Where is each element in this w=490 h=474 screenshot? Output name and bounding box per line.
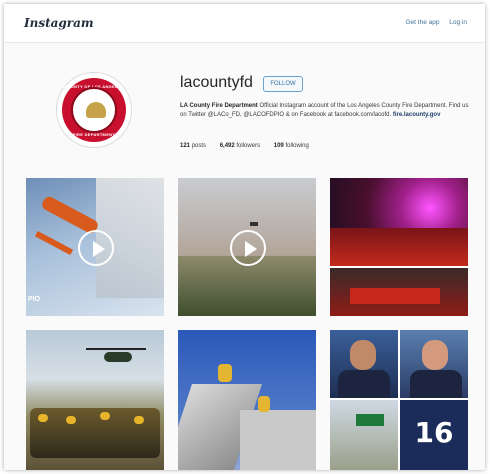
thumbnail-tag: PIO <box>28 296 41 303</box>
video-play-icon <box>78 230 114 266</box>
post-thumbnail[interactable] <box>178 178 316 316</box>
instagram-logo[interactable]: Instagram <box>24 16 94 30</box>
fire-helmet-icon <box>86 102 106 118</box>
post-thumbnail[interactable]: PIO <box>26 178 164 316</box>
log-in-link[interactable]: Log in <box>449 19 467 26</box>
post-thumbnail[interactable]: 16 <box>330 330 468 470</box>
profile-username: lacountyfd <box>180 74 253 91</box>
badge-number: 16 <box>414 416 454 449</box>
browser-frame: Instagram Get the app Log in COUNTY OF L… <box>4 4 485 470</box>
air-tanker-plane <box>40 194 100 236</box>
header-nav: Get the app Log in <box>397 19 467 26</box>
get-the-app-link[interactable]: Get the app <box>405 19 439 26</box>
profile-bio: LA County Fire Department Official Insta… <box>180 102 470 120</box>
top-navigation-bar: Instagram Get the app Log in <box>4 4 485 43</box>
profile-avatar[interactable]: COUNTY OF LOS ANGELES FIRE DEPARTMENT <box>56 72 132 148</box>
helicopter <box>104 352 132 362</box>
post-thumbnail[interactable] <box>26 330 164 470</box>
post-thumbnail[interactable] <box>330 178 468 316</box>
following-stat[interactable]: 109 following <box>274 143 309 149</box>
bio-website-link[interactable]: fire.lacounty.gov <box>393 112 441 118</box>
bio-full-name: LA County Fire Department <box>180 103 258 109</box>
followers-stat[interactable]: 6,492 followers <box>220 143 260 149</box>
post-thumbnail[interactable] <box>178 330 316 470</box>
profile-stats: 121 posts 6,492 followers 109 following <box>180 143 321 149</box>
fire-department-seal-icon: COUNTY OF LOS ANGELES FIRE DEPARTMENT <box>62 78 126 142</box>
posts-stat: 121 posts <box>180 143 207 149</box>
follow-button[interactable]: FOLLOW <box>263 76 303 92</box>
video-play-icon <box>230 230 266 266</box>
